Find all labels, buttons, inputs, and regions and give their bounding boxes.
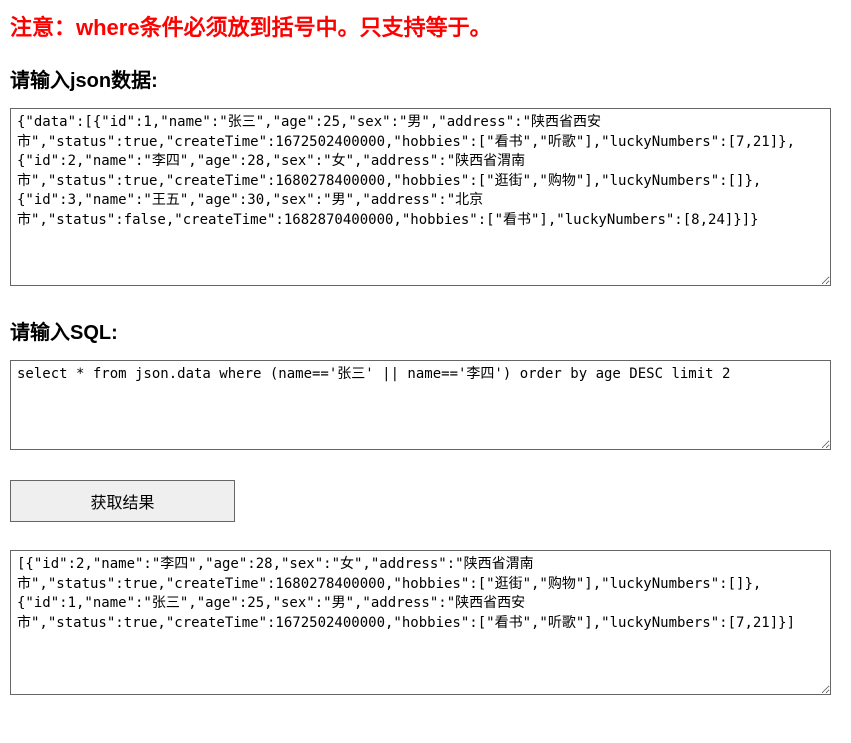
json-input-label: 请输入json数据: [10,64,841,93]
json-input[interactable] [10,108,831,286]
get-result-button[interactable]: 获取结果 [10,480,235,522]
sql-input-label: 请输入SQL: [10,316,841,345]
sql-input[interactable] [10,360,831,450]
warning-text: 注意：where条件必须放到括号中。只支持等于。 [10,10,841,42]
result-output[interactable] [10,550,831,695]
